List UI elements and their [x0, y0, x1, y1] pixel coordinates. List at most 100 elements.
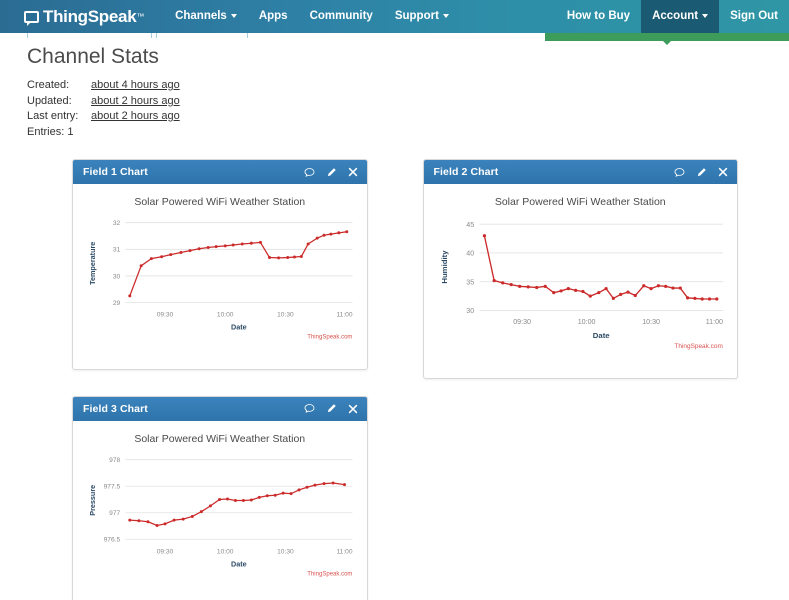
svg-text:977: 977	[109, 510, 120, 517]
stats-value-updated: about 2 hours ago	[91, 94, 180, 107]
panel-actions-field-3	[304, 403, 358, 414]
nav-item-sign-out[interactable]: Sign Out	[719, 0, 789, 33]
nav-label-sign-out: Sign Out	[730, 10, 778, 22]
trademark-symbol: ™	[136, 12, 145, 21]
close-icon[interactable]	[348, 404, 358, 414]
panel-title-field-1: Field 1 Chart	[83, 166, 148, 178]
svg-text:ThingSpeak.com: ThingSpeak.com	[674, 343, 722, 350]
speech-bubble-icon	[24, 10, 39, 26]
chart-wrap-field-2: Solar Powered WiFi Weather Station 30 35 4…	[430, 196, 732, 350]
svg-text:Pressure: Pressure	[88, 485, 97, 516]
svg-text:Humidity: Humidity	[440, 250, 449, 284]
svg-text:Date: Date	[592, 331, 609, 340]
close-icon[interactable]	[718, 167, 728, 177]
chart-field-1[interactable]: 29 30 31 32 09:30 10:00 10:30 11:00 Temperature D…	[79, 210, 361, 341]
panel-actions-field-1	[304, 167, 358, 178]
stats-label-updated: Updated:	[27, 94, 72, 107]
nav-item-how-to-buy[interactable]: How to Buy	[556, 0, 641, 33]
comment-icon[interactable]	[304, 167, 315, 178]
panel-body-field-2: Solar Powered WiFi Weather Station 30 35 4…	[424, 184, 738, 378]
close-icon[interactable]	[348, 167, 358, 177]
svg-text:978: 978	[109, 457, 120, 464]
svg-text:31: 31	[113, 247, 121, 254]
chart-wrap-field-1: Solar Powered WiFi Weather Station 29 30 3…	[79, 196, 361, 341]
svg-text:10:30: 10:30	[642, 318, 660, 326]
stats-value-created: about 4 hours ago	[91, 79, 180, 91]
svg-text:30: 30	[113, 273, 121, 280]
page-title: Channel Stats	[27, 45, 159, 68]
panel-cell-field-1: Field 1 Chart Solar Powered WiFi Weather…	[24, 159, 395, 396]
svg-text:11:00: 11:00	[705, 318, 722, 326]
svg-text:45: 45	[466, 221, 474, 229]
svg-text:30: 30	[466, 307, 474, 315]
nav-label-channels: Channels	[175, 10, 227, 22]
chart-title-field-2: Solar Powered WiFi Weather Station	[494, 196, 666, 208]
stats-row-last-entry: Last entry: about 2 hours ago	[27, 109, 765, 125]
channel-stats-list: Created: about 4 hours ago Updated: abou…	[27, 78, 765, 140]
comment-icon[interactable]	[674, 167, 685, 178]
nav-item-account[interactable]: Account	[641, 0, 720, 33]
top-navbar: ThingSpeak ™ Channels Apps Community Supp…	[0, 0, 789, 33]
pencil-icon[interactable]	[326, 167, 337, 178]
pencil-icon[interactable]	[326, 403, 337, 414]
chart-wrap-field-3: Solar Powered WiFi Weather Station 976.5…	[79, 433, 361, 578]
panel-header-field-3: Field 3 Chart	[73, 396, 367, 421]
panel-field-3-chart: Field 3 Chart Solar Powered WiFi Weather…	[72, 395, 368, 600]
panel-title-field-3: Field 3 Chart	[83, 402, 148, 415]
panel-header-field-2: Field 2 Chart	[423, 160, 737, 184]
brand-name: ThingSpeak	[43, 6, 137, 26]
stats-value-entries: Entries: 1	[27, 125, 74, 138]
pencil-icon[interactable]	[696, 167, 707, 178]
chart-field-3[interactable]: 976.5 977 977.5 978 09:30 10:00 10:30 11:00 Pres…	[79, 447, 361, 578]
svg-text:ThingSpeak.com: ThingSpeak.com	[307, 335, 352, 341]
svg-text:977.5: 977.5	[104, 484, 121, 491]
stats-label-created: Created:	[27, 79, 70, 91]
chart-title-field-3: Solar Powered WiFi Weather Station	[134, 432, 306, 445]
chevron-down-icon	[702, 13, 709, 18]
panel-body-field-3: Solar Powered WiFi Weather Station 976.5…	[73, 421, 367, 600]
svg-text:11:00: 11:00	[336, 549, 352, 556]
svg-text:09:30: 09:30	[513, 318, 531, 326]
svg-text:11:00: 11:00	[336, 312, 352, 319]
chevron-down-icon	[442, 13, 449, 18]
svg-text:09:30: 09:30	[157, 549, 174, 556]
panel-body-field-1: Solar Powered WiFi Weather Station 29 30 3…	[73, 184, 367, 369]
stats-row-updated: Updated: about 2 hours ago	[27, 94, 765, 110]
navbar-right-group: How to Buy Account Sign Out	[556, 0, 789, 33]
panel-cell-field-2: Field 2 Chart Solar Powered WiFi Weather…	[395, 159, 766, 396]
nav-label-support: Support	[394, 10, 439, 22]
chart-field-2[interactable]: 30 35 40 45 09:30 10:00 10:30 11:00 Humidity Date…	[430, 210, 732, 350]
nav-label-apps: Apps	[258, 10, 288, 22]
svg-text:976.5: 976.5	[104, 537, 121, 544]
chevron-down-icon	[230, 13, 237, 18]
stats-row-created: Created: about 4 hours ago	[27, 78, 765, 94]
nav-item-apps[interactable]: Apps	[248, 0, 299, 33]
thingspeak-logo[interactable]: ThingSpeak ™	[24, 7, 144, 27]
nav-item-channels[interactable]: Channels	[164, 0, 248, 33]
svg-text:10:30: 10:30	[277, 549, 294, 556]
nav-label-account: Account	[652, 10, 699, 22]
svg-text:35: 35	[466, 278, 474, 286]
nav-label-how-to-buy: How to Buy	[566, 10, 631, 22]
panel-title-field-2: Field 2 Chart	[433, 166, 499, 178]
svg-text:10:30: 10:30	[277, 312, 294, 319]
nav-label-community: Community	[309, 10, 373, 22]
panel-actions-field-2	[674, 167, 728, 178]
svg-text:10:00: 10:00	[217, 312, 234, 319]
svg-text:Date: Date	[231, 560, 247, 569]
panel-field-1-chart: Field 1 Chart Solar Powered WiFi Weather…	[72, 159, 368, 370]
stats-label-last-entry: Last entry:	[27, 110, 79, 122]
svg-text:10:00: 10:00	[217, 549, 234, 556]
nav-item-support[interactable]: Support	[384, 0, 460, 33]
comment-icon[interactable]	[304, 403, 315, 414]
svg-text:Temperature: Temperature	[88, 242, 97, 285]
panel-cell-field-3: Field 3 Chart Solar Powered WiFi Weather…	[24, 395, 395, 600]
stats-row-entries: Entries: 1	[27, 125, 765, 141]
svg-text:40: 40	[466, 250, 474, 258]
green-accent-bar	[545, 33, 789, 45]
svg-text:ThingSpeak.com: ThingSpeak.com	[307, 572, 352, 578]
svg-text:09:30: 09:30	[157, 312, 174, 319]
chart-panel-grid: Field 1 Chart Solar Powered WiFi Weather…	[24, 159, 765, 600]
nav-item-community[interactable]: Community	[299, 0, 384, 33]
stats-value-last-entry: about 2 hours ago	[91, 110, 180, 122]
